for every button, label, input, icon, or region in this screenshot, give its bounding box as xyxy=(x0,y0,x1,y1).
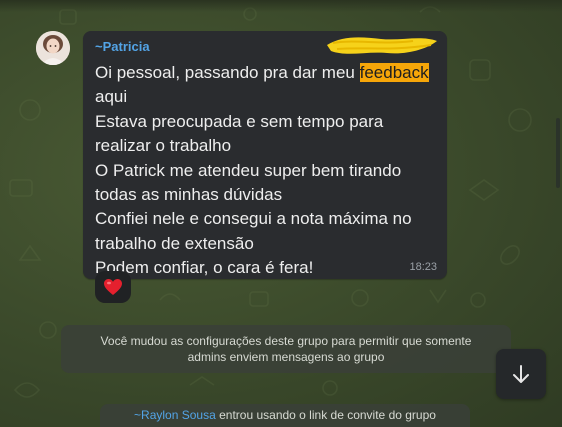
message-line-5: O Patrick me atendeu super bem tirando xyxy=(95,160,402,180)
heart-reaction[interactable] xyxy=(95,271,131,303)
message-line-3: Estava preocupada e sem tempo para xyxy=(95,111,384,131)
scrollbar-thumb[interactable] xyxy=(556,118,560,188)
message-bubble[interactable]: ~Patricia Oi pessoal, passando pra dar m… xyxy=(83,31,447,279)
system-notice-line-1: Você mudou as configurações deste grupo … xyxy=(100,334,472,348)
message-line-4: realizar o trabalho xyxy=(95,136,232,156)
message-line-6: todas as minhas dúvidas xyxy=(95,185,283,205)
message-line-9: Podem confiar, o cara é fera! xyxy=(95,258,314,278)
message-line-8: trabalho de extensão xyxy=(95,233,254,253)
system-notice-line-2: admins enviem mensagens ao grupo xyxy=(187,350,385,364)
scroll-to-bottom-button[interactable] xyxy=(496,349,546,399)
highlighted-word: feedback xyxy=(359,63,429,82)
message-line-2: aqui xyxy=(95,87,128,107)
join-notice-text: entrou usando o link de convite do grupo xyxy=(215,408,436,422)
message-timestamp: 18:23 xyxy=(409,261,437,273)
message-line-1-text: Oi pessoal, passando pra dar meu xyxy=(95,63,360,82)
join-notice: ~Raylon Sousa entrou usando o link de co… xyxy=(100,404,470,427)
avatar-photo xyxy=(36,31,70,65)
sender-name[interactable]: ~Patricia xyxy=(95,39,150,54)
top-shadow xyxy=(0,0,562,12)
joined-user-name[interactable]: ~Raylon Sousa xyxy=(134,408,216,422)
system-notice: Você mudou as configurações deste grupo … xyxy=(61,325,511,373)
heart-icon xyxy=(104,279,122,295)
redaction-scribble-icon xyxy=(327,37,437,54)
sender-avatar[interactable] xyxy=(36,31,70,65)
arrow-down-icon xyxy=(513,365,529,383)
message-text: Oi pessoal, passando pra dar meu feedbac… xyxy=(95,61,440,281)
message-line-7: Confiei nele e consegui a nota máxima no xyxy=(95,209,412,229)
message-line-1: Oi pessoal, passando pra dar meu feedbac… xyxy=(95,61,440,85)
scrollbar[interactable] xyxy=(556,0,562,427)
